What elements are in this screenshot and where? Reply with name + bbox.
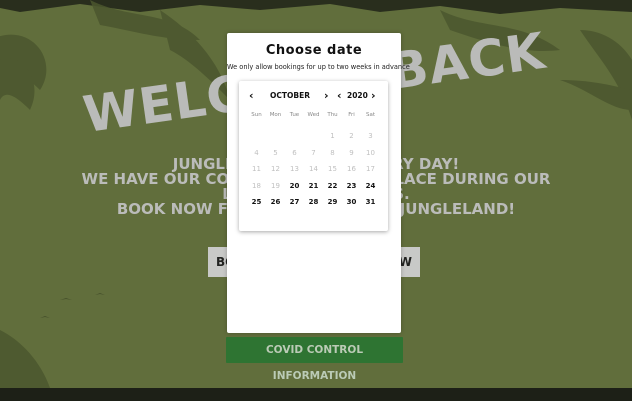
calendar-header: ‹ OCTOBER › ‹ 2020 › (239, 89, 388, 103)
modal-subtitle: We only allow bookings for up to two wee… (227, 63, 410, 71)
chevron-right-icon[interactable]: › (324, 89, 329, 103)
calendar-day: 5 (273, 148, 278, 157)
calendar-day[interactable]: 31 (361, 194, 380, 210)
calendar-day: 1 (330, 132, 335, 140)
calendar-day: 18 (252, 181, 261, 190)
calendar-day[interactable]: 27 (285, 194, 304, 210)
calendar-day[interactable]: 28 (304, 194, 323, 210)
calendar-day: 19 (271, 181, 280, 190)
chevron-left-icon[interactable]: ‹ (337, 89, 342, 103)
calendar-day: 16 (347, 165, 356, 173)
calendar-day[interactable]: 22 (323, 178, 342, 194)
weekday-label: Fri (348, 112, 355, 118)
calendar-day: 6 (292, 148, 297, 157)
weekday-label: Sun (251, 112, 262, 118)
calendar-day[interactable]: 23 (342, 178, 361, 194)
calendar-day: 2 (349, 132, 354, 140)
calendar-day: 11 (252, 165, 261, 173)
calendar-day: 4 (254, 148, 259, 157)
chevron-left-icon[interactable]: ‹ (249, 89, 254, 103)
calendar-day[interactable]: 20 (285, 178, 304, 194)
date-picker: ‹ OCTOBER › ‹ 2020 › Sun Mon Tue Wed Thu… (239, 81, 388, 231)
weekday-label: Tue (289, 112, 300, 118)
calendar-day: 12 (271, 165, 280, 173)
calendar-day: 10 (366, 148, 375, 157)
calendar-day[interactable]: 29 (323, 194, 342, 210)
calendar-day[interactable]: 21 (304, 178, 323, 194)
calendar-day: 9 (349, 148, 354, 157)
calendar-day[interactable]: 25 (247, 194, 266, 210)
weekday-label: Thu (327, 112, 338, 118)
calendar-day: 14 (309, 165, 318, 173)
year-label[interactable]: 2020 (347, 91, 368, 100)
weekday-header: Sun Mon Tue Wed Thu Fri Sat (247, 112, 380, 122)
calendar-day[interactable]: 24 (361, 178, 380, 194)
calendar-day: 13 (290, 165, 299, 173)
weekday-label: Sat (365, 112, 376, 118)
calendar-day[interactable]: 26 (266, 194, 285, 210)
modal-title: Choose date (265, 43, 363, 58)
calendar-day: 17 (366, 165, 375, 173)
calendar-day: 15 (328, 165, 337, 173)
weekday-label: Wed (307, 112, 320, 118)
calendar-day: 7 (311, 148, 316, 157)
weekday-label: Mon (269, 112, 282, 118)
calendar-day: 3 (368, 132, 373, 140)
choose-date-modal: Choose date We only allow bookings for u… (227, 33, 410, 333)
month-label[interactable]: OCTOBER (263, 91, 317, 100)
calendar-day: 8 (330, 148, 335, 157)
calendar-day[interactable]: 30 (342, 194, 361, 210)
chevron-right-icon[interactable]: › (371, 89, 376, 103)
